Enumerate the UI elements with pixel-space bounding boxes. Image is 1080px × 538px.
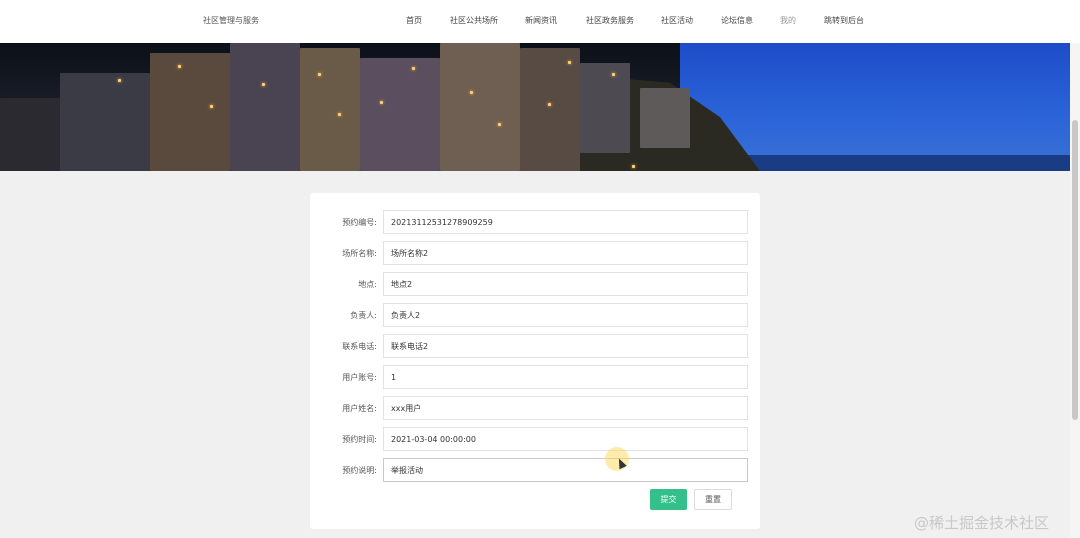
nav-news[interactable]: 新闻资讯 (525, 15, 557, 26)
field-label: 用户姓名: (342, 404, 377, 413)
banner-image (0, 43, 1070, 171)
field-label: 地点: (358, 280, 377, 289)
banner-light (548, 103, 551, 106)
form-row-place-name: 场所名称: (310, 241, 760, 266)
nav-forum[interactable]: 论坛信息 (721, 15, 753, 26)
user-account-input[interactable] (383, 365, 748, 389)
banner-light (318, 73, 321, 76)
banner-house (360, 58, 440, 171)
field-label: 预约编号: (342, 218, 377, 227)
banner-light (632, 165, 635, 168)
banner-light (178, 65, 181, 68)
banner-house (60, 73, 150, 171)
watermark: @稀土掘金技术社区 (914, 514, 1050, 532)
location-input[interactable] (383, 272, 748, 296)
banner-house (640, 88, 690, 148)
field-label: 预约时间: (342, 435, 377, 444)
manager-input[interactable] (383, 303, 748, 327)
banner-light (262, 83, 265, 86)
nav-gov-services[interactable]: 社区政务服务 (586, 15, 634, 26)
field-label: 场所名称: (342, 249, 377, 258)
form-row-phone: 联系电话: (310, 334, 760, 359)
banner-light (568, 61, 571, 64)
banner-light (412, 67, 415, 70)
banner-light (338, 113, 341, 116)
form-row-location: 地点: (310, 272, 760, 297)
field-label: 用户账号: (342, 373, 377, 382)
booking-note-input[interactable] (383, 458, 748, 482)
form-row-manager: 负责人: (310, 303, 760, 328)
booking-no-input[interactable] (383, 210, 748, 234)
site-brand[interactable]: 社区管理与服务 (203, 15, 259, 26)
banner-house (230, 43, 300, 171)
banner-light (118, 79, 121, 82)
field-label: 负责人: (350, 311, 377, 320)
banner-house (520, 48, 580, 171)
reset-button[interactable]: 重置 (694, 489, 732, 510)
place-name-input[interactable] (383, 241, 748, 265)
banner-light (498, 123, 501, 126)
nav-public-places[interactable]: 社区公共场所 (450, 15, 498, 26)
top-nav-bar: 社区管理与服务 首页 社区公共场所 新闻资讯 社区政务服务 社区活动 论坛信息 … (0, 0, 1080, 43)
banner-house (150, 53, 230, 171)
submit-button[interactable]: 提交 (650, 489, 687, 510)
nav-activities[interactable]: 社区活动 (661, 15, 693, 26)
banner-light (210, 105, 213, 108)
user-name-input[interactable] (383, 396, 748, 420)
banner-house (580, 63, 630, 153)
nav-admin[interactable]: 跳转到后台 (824, 15, 864, 26)
booking-form-card: 预约编号: 场所名称: 地点: 负责人: 联系电话: 用户账号: 用户姓名: 预… (310, 193, 760, 529)
banner-light (612, 73, 615, 76)
form-row-booking-time: 预约时间: (310, 427, 760, 452)
page-scrollbar-thumb[interactable] (1072, 120, 1078, 420)
banner-house (300, 48, 360, 171)
field-label: 预约说明: (342, 466, 377, 475)
form-row-user-account: 用户账号: (310, 365, 760, 390)
form-row-booking-note: 预约说明: (310, 458, 760, 483)
nav-mine[interactable]: 我的 (780, 15, 796, 26)
field-label: 联系电话: (342, 342, 377, 351)
banner-light (380, 101, 383, 104)
nav-home[interactable]: 首页 (406, 15, 422, 26)
booking-time-input[interactable] (383, 427, 748, 451)
form-row-user-name: 用户姓名: (310, 396, 760, 421)
phone-input[interactable] (383, 334, 748, 358)
banner-light (470, 91, 473, 94)
banner-house (440, 43, 520, 171)
form-row-booking-no: 预约编号: (310, 210, 760, 235)
